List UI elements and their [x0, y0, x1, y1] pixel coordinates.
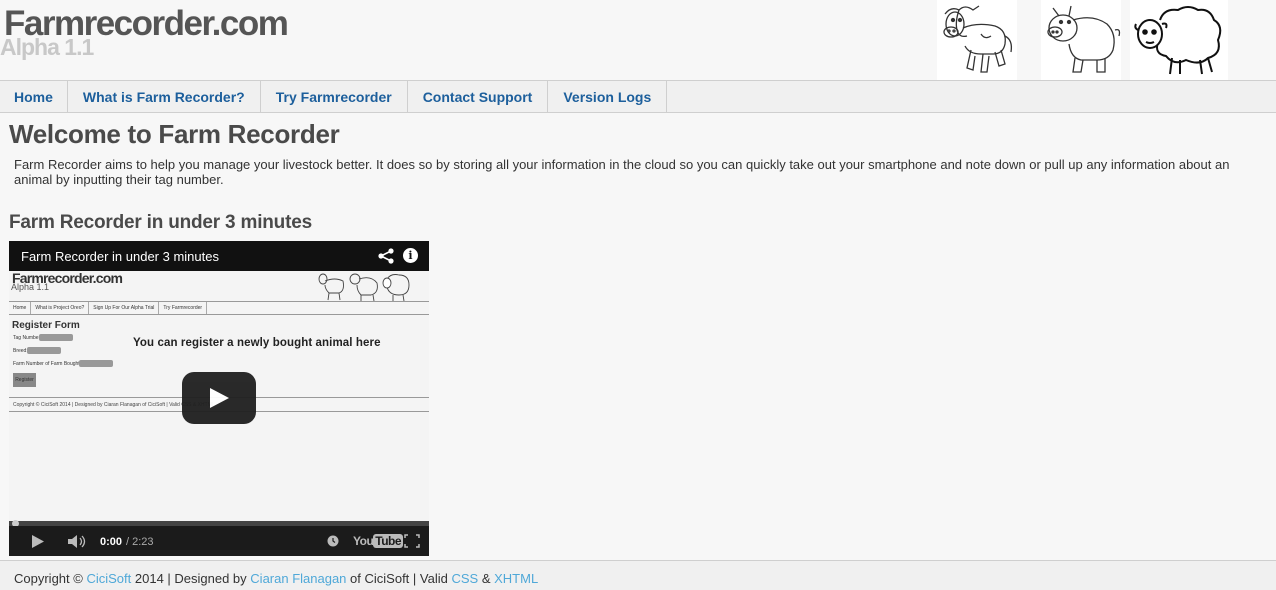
thumbnail-input — [79, 360, 113, 367]
watch-later-icon[interactable] — [327, 535, 339, 547]
thumbnail-nav-item: Sign Up For Our Alpha Trial — [89, 302, 160, 314]
current-time: 0:00 — [100, 536, 123, 548]
sheep-icon — [1130, 0, 1228, 80]
thumbnail-nav-item: Try Farmrecorder — [159, 302, 208, 314]
footer-copyright: Copyright © — [14, 571, 83, 586]
video-section-title: Farm Recorder in under 3 minutes — [9, 212, 312, 233]
youtube-logo[interactable]: You Tube — [353, 534, 404, 548]
footer-link-designer[interactable]: Ciaran Flanagan — [250, 571, 346, 586]
footer-link-xhtml[interactable]: XHTML — [494, 571, 538, 586]
main-content: Welcome to Farm Recorder Farm Recorder a… — [9, 113, 1269, 234]
youtube-logo-tube: Tube — [373, 534, 404, 548]
nav-item-version-logs[interactable]: Version Logs — [548, 81, 668, 112]
youtube-logo-you: You — [353, 534, 374, 548]
thumbnail-caption: You can register a newly bought animal h… — [133, 337, 381, 349]
thumbnail-animals-icon — [318, 273, 410, 302]
footer-text: 2014 | Designed by — [134, 571, 247, 586]
nav-item-try-farmrecorder[interactable]: Try Farmrecorder — [261, 81, 408, 112]
video-player[interactable]: Alpha 1.1 Farmrecorder.com Home What is … — [9, 241, 429, 556]
cow-icon — [937, 0, 1017, 80]
play-icon — [210, 388, 229, 408]
footer-text: of CiciSoft | Valid — [350, 571, 448, 586]
thumbnail-form-title: Register Form — [12, 320, 80, 331]
footer-link-css[interactable]: CSS — [451, 571, 478, 586]
video-controls: 0:00 / 2:23 You Tube — [9, 526, 429, 556]
thumbnail-nav-item: Home — [9, 302, 32, 314]
thumbnail-nav-item: What is Project Oreo? — [31, 302, 90, 314]
thumbnail-field-label: Breed: — [13, 348, 28, 354]
nav-item-what-is-farm-recorder[interactable]: What is Farm Recorder? — [68, 81, 261, 112]
site-title[interactable]: Farmrecorder.com — [4, 4, 289, 44]
page-title: Welcome to Farm Recorder — [9, 119, 340, 149]
thumbnail-site-title: Farmrecorder.com — [12, 270, 123, 286]
play-icon[interactable] — [31, 534, 45, 549]
thumbnail-input — [39, 334, 73, 341]
site-header: Alpha 1.1 Farmrecorder.com — [0, 0, 1276, 80]
main-nav: Home What is Farm Recorder? Try Farmreco… — [0, 80, 1276, 113]
play-button[interactable] — [182, 372, 256, 424]
duration: / 2:23 — [126, 536, 154, 548]
site-footer: Copyright © CiciSoft 2014 | Designed by … — [0, 560, 1276, 590]
pig-icon — [1041, 0, 1121, 80]
volume-icon[interactable] — [67, 534, 89, 549]
video-title-bar: Farm Recorder in under 3 minutes i — [9, 241, 429, 271]
nav-item-home[interactable]: Home — [0, 81, 68, 112]
thumbnail-field-label: Tag Number: — [13, 335, 42, 341]
intro-text: Farm Recorder aims to help you manage yo… — [14, 157, 1230, 187]
thumbnail-field-label: Farm Number of Farm Bought of: — [13, 361, 87, 367]
footer-link-cicisoft[interactable]: CiciSoft — [86, 571, 131, 586]
info-icon[interactable]: i — [403, 248, 418, 263]
thumbnail-select — [27, 347, 61, 354]
thumbnail-nav: Home What is Project Oreo? Sign Up For O… — [9, 301, 429, 315]
nav-item-contact-support[interactable]: Contact Support — [408, 81, 549, 112]
fullscreen-icon[interactable] — [404, 534, 420, 548]
footer-text: & — [481, 571, 491, 586]
share-icon[interactable] — [377, 247, 395, 265]
video-title[interactable]: Farm Recorder in under 3 minutes — [21, 249, 219, 264]
thumbnail-register-button: Register — [13, 373, 36, 387]
